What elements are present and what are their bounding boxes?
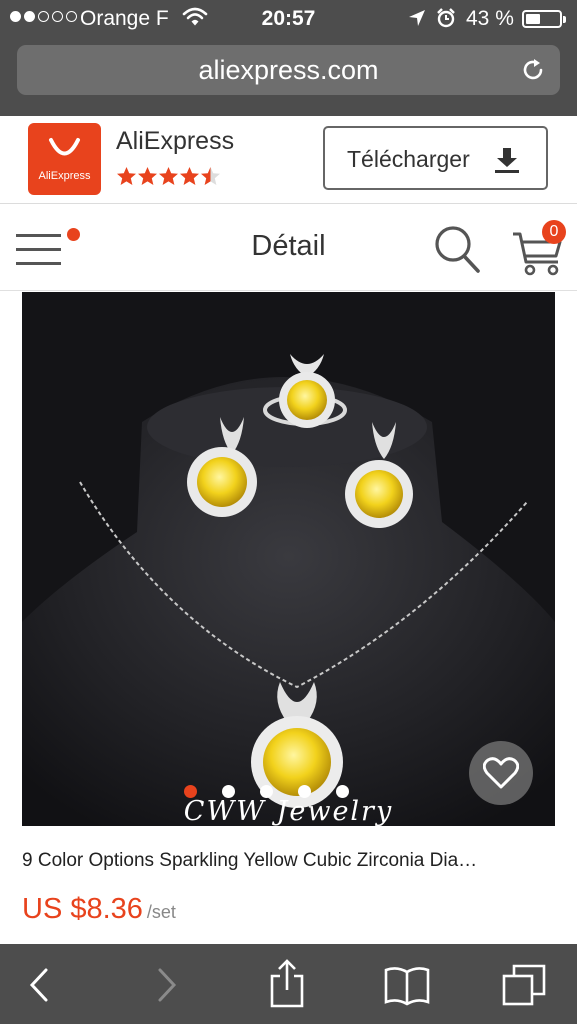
star-icon (201, 167, 220, 185)
page-title: Détail (251, 230, 326, 262)
star-icon (159, 167, 178, 185)
page-header: Détail 0 (0, 204, 577, 291)
book-icon[interactable] (382, 962, 432, 1008)
share-icon[interactable] (262, 958, 312, 1010)
download-button[interactable]: Télécharger (323, 126, 548, 190)
download-icon (495, 148, 519, 173)
battery-level (526, 14, 540, 24)
price-row: US $8.36/set (22, 893, 176, 926)
price-unit: /set (146, 902, 176, 922)
logo-text: AliExpress (38, 170, 91, 182)
product-price: US $8.36 (22, 893, 143, 925)
alarm-icon (437, 8, 455, 28)
cart-button[interactable]: 0 (510, 220, 570, 278)
location-arrow-icon (409, 10, 425, 26)
browser-top-chrome: Orange F 20:57 43 % aliexpress.com (0, 0, 577, 116)
tabs-icon[interactable] (500, 962, 550, 1008)
download-label: Télécharger (347, 146, 470, 172)
address-bar[interactable]: aliexpress.com (17, 45, 560, 95)
cart-count-badge: 0 (542, 220, 566, 244)
image-watermark: CWW Jewelry (183, 796, 394, 826)
app-install-banner: AliExpress AliExpress Télécharger (0, 116, 577, 204)
url-text[interactable]: aliexpress.com (17, 55, 560, 86)
star-icon (138, 167, 157, 185)
jewelry-photo (22, 292, 555, 826)
heart-icon (483, 757, 519, 789)
aliexpress-logo: AliExpress (28, 123, 101, 195)
battery-percent: 43 % (466, 7, 514, 30)
star-icon (117, 167, 136, 185)
chevron-left-icon[interactable] (16, 962, 66, 1008)
reload-icon[interactable] (520, 57, 546, 83)
star-icon (180, 167, 199, 185)
product-image[interactable]: CWW Jewelry (22, 292, 555, 826)
product-title[interactable]: 9 Color Options Sparkling Yellow Cubic Z… (22, 850, 555, 872)
status-bar: Orange F 20:57 43 % (0, 0, 577, 38)
smile-logo-icon (49, 138, 80, 156)
app-name: AliExpress (116, 127, 235, 155)
search-icon[interactable] (432, 222, 482, 274)
battery-icon (522, 10, 566, 28)
rating-stars (116, 166, 221, 187)
browser-toolbar (0, 944, 577, 1024)
chevron-right-icon[interactable] (142, 962, 192, 1008)
